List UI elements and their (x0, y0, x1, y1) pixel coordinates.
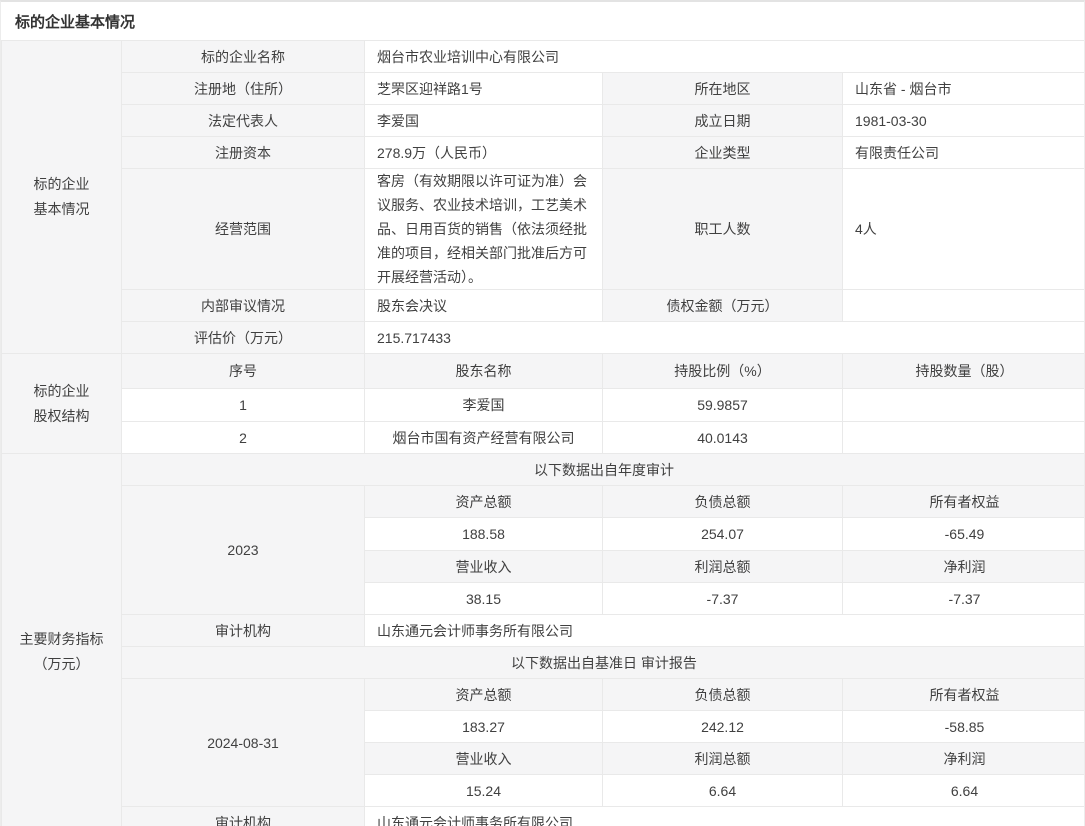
net-profit-value: -7.37 (843, 583, 1085, 615)
net-profit-label: 净利润 (843, 551, 1085, 583)
fiscal-period: 2024-08-31 (122, 679, 365, 807)
section-financial-line2: （万元） (14, 652, 109, 677)
total-liabilities-label: 负债总额 (603, 486, 843, 518)
appraisal-price-value: 215.717433 (365, 322, 1085, 354)
enterprise-type-label: 企业类型 (603, 137, 843, 169)
employee-count-value: 4人 (843, 169, 1085, 290)
creditor-amount-value (843, 290, 1085, 322)
net-profit-value: 6.64 (843, 775, 1085, 807)
audit-agency-value: 山东通元会计师事务所有限公司 (365, 615, 1085, 647)
page-title: 标的企业基本情况 (1, 2, 1084, 40)
legal-representative-label: 法定代表人 (122, 105, 365, 137)
audit-source-caption: 以下数据出自年度审计 (122, 454, 1085, 486)
equity-header-ratio: 持股比例（%） (603, 354, 843, 389)
company-name-label: 标的企业名称 (122, 41, 365, 73)
creditor-amount-label: 债权金额（万元） (603, 290, 843, 322)
total-liabilities-label: 负债总额 (603, 679, 843, 711)
total-profit-label: 利润总额 (603, 743, 843, 775)
business-scope-value: 客房（有效期限以许可证为准）会议服务、农业技术培训，工艺美术品、日用百货的销售（… (365, 169, 603, 290)
registered-address-value: 芝罘区迎祥路1号 (365, 73, 603, 105)
operating-revenue-label: 营业收入 (365, 551, 603, 583)
equity-header-shareholder: 股东名称 (365, 354, 603, 389)
equity-row: 2 烟台市国有资产经营有限公司 40.0143 (2, 422, 1085, 454)
registered-capital-value: 278.9万（人民币） (365, 137, 603, 169)
equity-row-shareholder-name: 李爱国 (365, 389, 603, 422)
operating-revenue-value: 38.15 (365, 583, 603, 615)
internal-review-label: 内部审议情况 (122, 290, 365, 322)
owners-equity-label: 所有者权益 (843, 679, 1085, 711)
total-profit-value: -7.37 (603, 583, 843, 615)
equity-row-shareholder-name: 烟台市国有资产经营有限公司 (365, 422, 603, 454)
total-liabilities-value: 254.07 (603, 518, 843, 551)
total-profit-label: 利润总额 (603, 551, 843, 583)
net-profit-label: 净利润 (843, 743, 1085, 775)
section-equity-line1: 标的企业 (14, 379, 109, 404)
equity-header-shares: 持股数量（股） (843, 354, 1085, 389)
section-financial-label: 主要财务指标 （万元） (2, 454, 122, 826)
equity-row-shares (843, 389, 1085, 422)
equity-row-shares (843, 422, 1085, 454)
section-basic-info-line2: 基本情况 (14, 197, 109, 222)
operating-revenue-value: 15.24 (365, 775, 603, 807)
employee-count-label: 职工人数 (603, 169, 843, 290)
region-label: 所在地区 (603, 73, 843, 105)
enterprise-info-table: 标的企业 基本情况 标的企业名称 烟台市农业培训中心有限公司 注册地（住所） 芝… (1, 40, 1085, 826)
established-date-label: 成立日期 (603, 105, 843, 137)
established-date-value: 1981-03-30 (843, 105, 1085, 137)
operating-revenue-label: 营业收入 (365, 743, 603, 775)
section-equity-line2: 股权结构 (14, 404, 109, 429)
owners-equity-label: 所有者权益 (843, 486, 1085, 518)
total-assets-label: 资产总额 (365, 679, 603, 711)
registered-address-label: 注册地（住所） (122, 73, 365, 105)
business-scope-label: 经营范围 (122, 169, 365, 290)
equity-row: 1 李爱国 59.9857 (2, 389, 1085, 422)
section-equity-label: 标的企业 股权结构 (2, 354, 122, 454)
total-profit-value: 6.64 (603, 775, 843, 807)
total-assets-value: 183.27 (365, 711, 603, 743)
section-basic-info-label: 标的企业 基本情况 (2, 41, 122, 354)
section-basic-info-line1: 标的企业 (14, 172, 109, 197)
equity-row-no: 2 (122, 422, 365, 454)
appraisal-price-label: 评估价（万元） (122, 322, 365, 354)
equity-header-no: 序号 (122, 354, 365, 389)
audit-source-caption: 以下数据出自基准日 审计报告 (122, 647, 1085, 679)
internal-review-value: 股东会决议 (365, 290, 603, 322)
audit-agency-value: 山东通元会计师事务所有限公司 (365, 807, 1085, 826)
legal-representative-value: 李爱国 (365, 105, 603, 137)
audit-agency-label: 审计机构 (122, 615, 365, 647)
registered-capital-label: 注册资本 (122, 137, 365, 169)
section-financial-line1: 主要财务指标 (14, 627, 109, 652)
equity-row-no: 1 (122, 389, 365, 422)
enterprise-type-value: 有限责任公司 (843, 137, 1085, 169)
region-value: 山东省 - 烟台市 (843, 73, 1085, 105)
owners-equity-value: -65.49 (843, 518, 1085, 551)
owners-equity-value: -58.85 (843, 711, 1085, 743)
fiscal-period: 2023 (122, 486, 365, 615)
total-liabilities-value: 242.12 (603, 711, 843, 743)
listing-detail-page: 标的企业基本情况 标的企业 基本情况 标的企业名称 烟台市农业培训中心有限公司 … (0, 0, 1085, 826)
company-name-value: 烟台市农业培训中心有限公司 (365, 41, 1085, 73)
equity-row-ratio: 59.9857 (603, 389, 843, 422)
equity-row-ratio: 40.0143 (603, 422, 843, 454)
audit-agency-label: 审计机构 (122, 807, 365, 826)
total-assets-value: 188.58 (365, 518, 603, 551)
total-assets-label: 资产总额 (365, 486, 603, 518)
